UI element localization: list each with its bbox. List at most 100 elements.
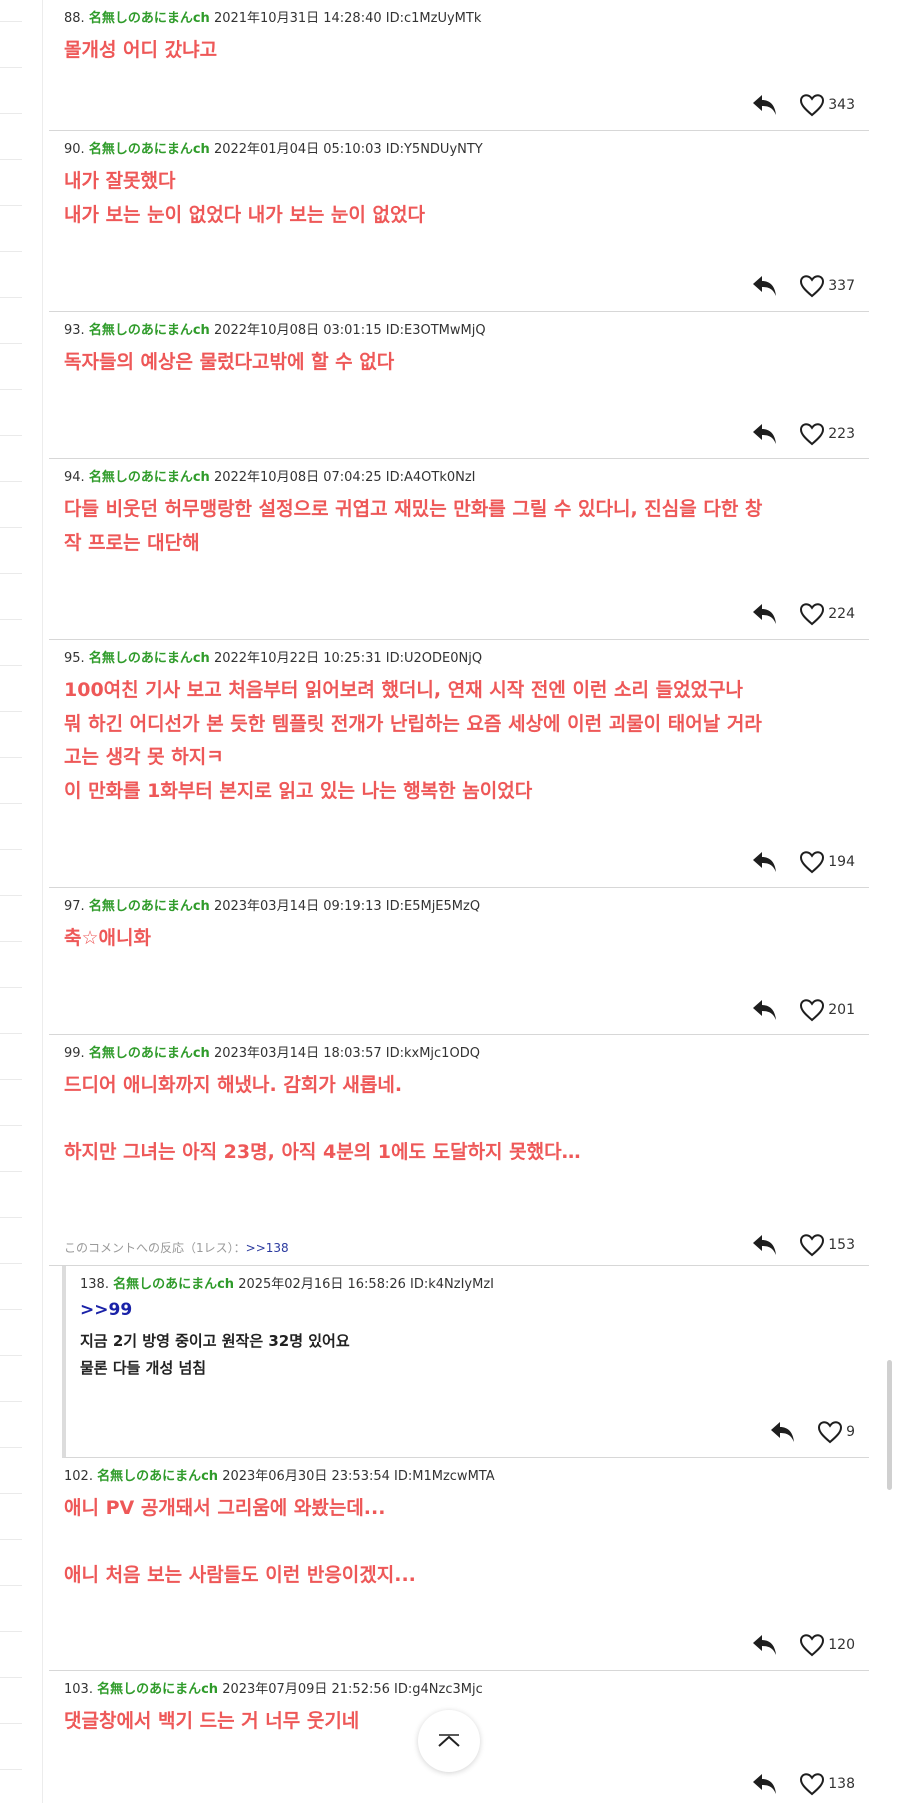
reply-arrow-icon[interactable] <box>751 601 779 627</box>
comment-line: 작 프로는 대단해 <box>64 531 200 554</box>
comment-actions: 224 <box>751 599 855 629</box>
comment-id: ID:E5MjE5MzQ <box>385 899 481 914</box>
comment-list: 88. 名無しのあにまんch 2021年10月31日 14:28:40 ID:c… <box>49 0 869 1802</box>
like-button[interactable]: 337 <box>799 274 855 298</box>
like-button[interactable]: 153 <box>799 1233 855 1257</box>
scrollbar[interactable] <box>884 0 900 1803</box>
comment-line <box>64 1526 854 1560</box>
scrollbar-thumb[interactable] <box>887 1360 892 1490</box>
comment-actions: 9 <box>769 1417 855 1447</box>
reply-comment: 138. 名無しのあにまんch 2025年02月16日 16:58:26 ID:… <box>62 1266 869 1458</box>
like-button[interactable]: 9 <box>817 1420 855 1444</box>
like-button[interactable]: 201 <box>799 998 855 1022</box>
reply-anchor-link[interactable]: >>99 <box>80 1300 132 1320</box>
reaction-summary: このコメントへの反応（1レス）：>>138 <box>64 1239 289 1256</box>
reply-arrow-icon[interactable] <box>751 92 779 118</box>
comment-number: 138. <box>80 1277 109 1292</box>
comment-actions: 120 <box>751 1630 855 1660</box>
comment-date: 2025年02月16日 16:58:26 <box>238 1277 406 1292</box>
comment-number: 88. <box>64 11 85 26</box>
reaction-anchor-link[interactable]: >>138 <box>246 1241 289 1255</box>
like-button[interactable]: 223 <box>799 422 855 446</box>
comment-id: ID:E3OTMwMjQ <box>385 323 486 338</box>
comment-actions: 153 <box>751 1230 855 1260</box>
comment-actions: 343 <box>751 90 855 120</box>
comment: 95. 名無しのあにまんch 2022年10月22日 10:25:31 ID:U… <box>49 640 869 888</box>
comment-line: 축☆애니화 <box>64 927 151 949</box>
comment-meta: 90. 名無しのあにまんch 2022年01月04日 05:10:03 ID:Y… <box>64 138 483 157</box>
comment-number: 103. <box>64 1682 93 1697</box>
reply-arrow-icon[interactable] <box>751 1232 779 1258</box>
comment-line <box>64 1103 854 1137</box>
comment-date: 2022年01月04日 05:10:03 <box>213 142 382 157</box>
comment-actions: 223 <box>751 419 855 449</box>
comment-author[interactable]: 名無しのあにまんch <box>89 651 210 666</box>
comment-id: ID:kxMjc1ODQ <box>385 1046 480 1061</box>
comment-author[interactable]: 名無しのあにまんch <box>113 1277 234 1292</box>
comment-author[interactable]: 名無しのあにまんch <box>89 470 210 485</box>
comment-actions: 138 <box>751 1769 855 1799</box>
comment-author[interactable]: 名無しのあにまんch <box>89 899 210 914</box>
comment-number: 93. <box>64 323 85 338</box>
comment-id: ID:g4Nzc3Mjc <box>394 1682 483 1697</box>
like-button[interactable]: 120 <box>799 1633 855 1657</box>
comment-date: 2023年03月14日 18:03:57 <box>213 1046 382 1061</box>
comment-date: 2023年06月30日 23:53:54 <box>222 1469 390 1484</box>
reply-arrow-icon[interactable] <box>769 1419 797 1445</box>
like-count: 343 <box>828 97 855 113</box>
comment: 93. 名無しのあにまんch 2022年10月08日 03:01:15 ID:E… <box>49 312 869 459</box>
comment-author[interactable]: 名無しのあにまんch <box>97 1469 218 1484</box>
comment-author[interactable]: 名無しのあにまんch <box>89 11 210 26</box>
comment-actions: 194 <box>751 847 855 877</box>
comment-line: 뭐 하긴 어디선가 본 듯한 템플릿 전개가 난립하는 요즘 세상에 이런 괴물… <box>64 712 762 735</box>
like-button[interactable]: 343 <box>799 93 855 117</box>
comment-line: 몰개성 어디 갔냐고 <box>64 39 218 61</box>
comment-body: 다들 비웃던 허무맹랑한 설정으로 귀엽고 재밌는 만화를 그릴 수 있다니, … <box>64 493 854 560</box>
comment-body: 드디어 애니화까지 해냈나. 감회가 새롭네. 하지만 그녀는 아직 23명, … <box>64 1069 854 1170</box>
comment-body: 축☆애니화 <box>64 922 854 956</box>
comment-id: ID:M1MzcwMTA <box>394 1469 495 1484</box>
comment-author[interactable]: 名無しのあにまんch <box>89 142 210 157</box>
reply-arrow-icon[interactable] <box>751 1771 779 1797</box>
like-button[interactable]: 194 <box>799 850 855 874</box>
like-button[interactable]: 224 <box>799 602 855 626</box>
like-count: 201 <box>828 1002 855 1018</box>
comment-id: ID:A4OTk0NzI <box>385 470 476 485</box>
comment-meta: 88. 名無しのあにまんch 2021年10月31日 14:28:40 ID:c… <box>64 7 481 26</box>
scroll-to-top-button[interactable] <box>418 1710 480 1772</box>
comment-number: 97. <box>64 899 85 914</box>
reply-arrow-icon[interactable] <box>751 421 779 447</box>
comment-author[interactable]: 名無しのあにまんch <box>89 323 210 338</box>
heart-icon <box>800 603 825 626</box>
comment-meta: 102. 名無しのあにまんch 2023年06月30日 23:53:54 ID:… <box>64 1465 495 1484</box>
comment-id: ID:k4NzIyMzI <box>410 1277 495 1292</box>
comment: 88. 名無しのあにまんch 2021年10月31日 14:28:40 ID:c… <box>49 0 869 131</box>
reply-arrow-icon[interactable] <box>751 849 779 875</box>
left-margin-decoration <box>0 0 40 1803</box>
like-count: 153 <box>828 1237 855 1253</box>
comment-author[interactable]: 名無しのあにまんch <box>89 1046 210 1061</box>
like-count: 120 <box>828 1637 855 1653</box>
comment-id: ID:Y5NDUyNTY <box>385 142 483 157</box>
comment-date: 2022年10月08日 07:04:25 <box>213 470 382 485</box>
comment-number: 102. <box>64 1469 93 1484</box>
comment-line: 드디어 애니화까지 해냈나. 감회가 새롭네. <box>64 1074 403 1096</box>
comment-meta: 93. 名無しのあにまんch 2022年10月08日 03:01:15 ID:E… <box>64 319 486 338</box>
comment-line: 지금 2기 방영 중이고 원작은 32명 있어요 <box>80 1332 350 1350</box>
comment-author[interactable]: 名無しのあにまんch <box>97 1682 218 1697</box>
heart-icon <box>800 275 825 298</box>
like-count: 194 <box>828 854 855 870</box>
heart-icon <box>818 1421 843 1444</box>
comment-line: 고는 생각 못 하지ㅋ <box>64 746 224 768</box>
comment-line: 내가 잘못했다 <box>64 170 176 192</box>
comment: 102. 名無しのあにまんch 2023年06月30日 23:53:54 ID:… <box>49 1458 869 1671</box>
reply-arrow-icon[interactable] <box>751 1632 779 1658</box>
heart-icon <box>800 851 825 874</box>
reply-arrow-icon[interactable] <box>751 273 779 299</box>
reply-arrow-icon[interactable] <box>751 997 779 1023</box>
comment-date: 2021年10月31日 14:28:40 <box>213 11 382 26</box>
comment-date: 2022年10月08日 03:01:15 <box>213 323 382 338</box>
like-button[interactable]: 138 <box>799 1772 855 1796</box>
comment-body: 몰개성 어디 갔냐고 <box>64 34 854 68</box>
comment-line: 하지만 그녀는 아직 23명, 아직 4분의 1에도 도달하지 못했다… <box>64 1141 581 1163</box>
